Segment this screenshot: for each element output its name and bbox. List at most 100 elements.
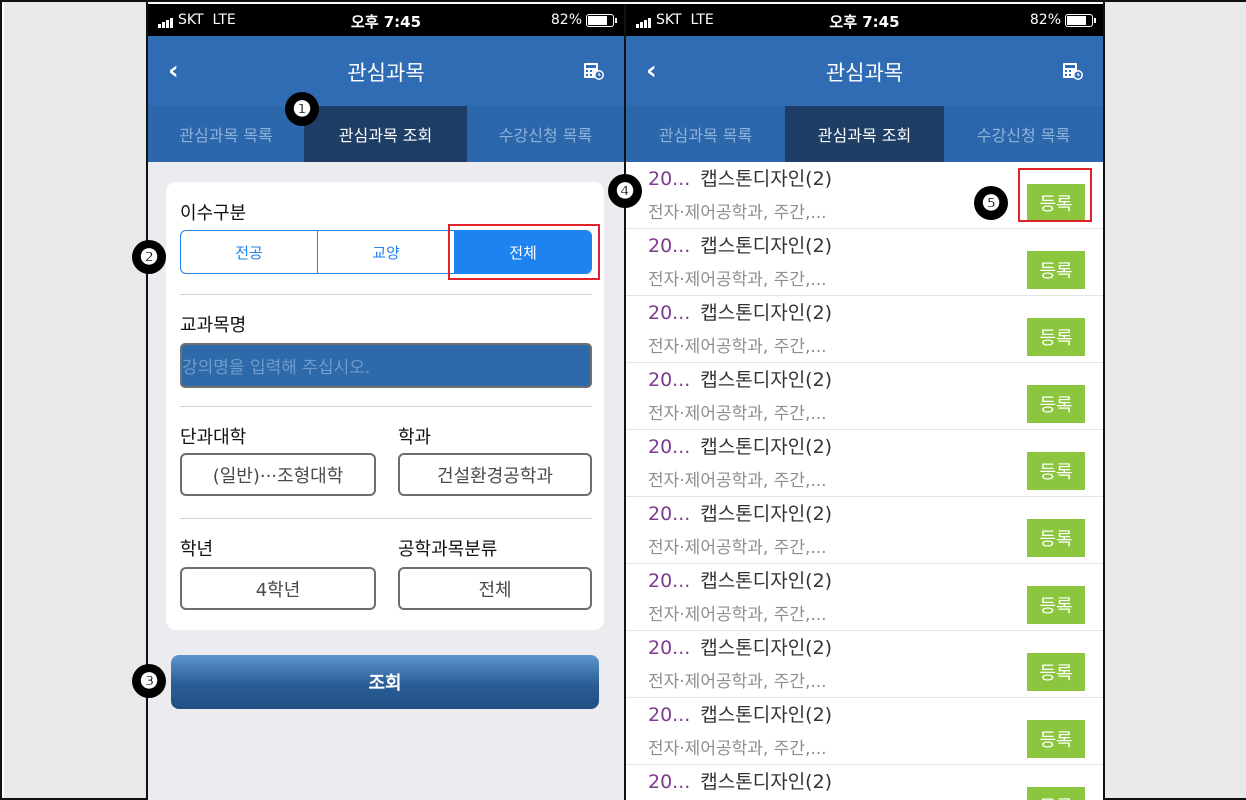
battery-percent: 82% — [1029, 12, 1061, 28]
register-button[interactable]: 등록 — [1027, 251, 1085, 289]
step-marker-3: ❸ — [132, 664, 166, 698]
course-year: 20... — [648, 704, 691, 726]
battery-icon — [1065, 13, 1096, 27]
step-marker-2: ❷ — [132, 240, 166, 274]
grade-label: 학년 — [180, 539, 214, 560]
divider — [180, 518, 592, 519]
course-title-line: 20... 캡스톤디자인(2) — [648, 365, 832, 392]
course-detail: 전자·제어공학과, 주간,... — [648, 739, 827, 759]
battery-icon — [586, 13, 617, 27]
course-name: 캡스톤디자인(2) — [700, 503, 833, 525]
result-row[interactable]: 20... 캡스톤디자인(2) 등록 — [626, 765, 1103, 800]
tab-registration-list[interactable]: 수강신청 목록 — [467, 106, 624, 162]
course-title-line: 20... 캡스톤디자인(2) — [648, 432, 832, 459]
course-title-line: 20... 캡스톤디자인(2) — [648, 499, 832, 526]
register-button[interactable]: 등록 — [1027, 653, 1085, 691]
segment-liberal-arts[interactable]: 교양 — [318, 231, 455, 273]
course-name: 캡스톤디자인(2) — [700, 771, 833, 793]
search-button[interactable]: 조회 — [171, 655, 599, 709]
course-title-line: 20... 캡스톤디자인(2) — [648, 164, 832, 191]
course-name: 캡스톤디자인(2) — [700, 235, 833, 257]
register-button[interactable]: 등록 — [1027, 318, 1085, 356]
eng-category-label: 공학과목분류 — [398, 539, 498, 560]
department-select[interactable]: 건설환경공학과 — [398, 453, 592, 496]
result-row[interactable]: 20... 캡스톤디자인(2) 전자·제어공학과, 주간,... 등록 — [626, 564, 1103, 631]
highlight-box-all — [448, 224, 600, 280]
course-title-line: 20... 캡스톤디자인(2) — [648, 231, 832, 258]
register-button[interactable]: 등록 — [1027, 452, 1085, 490]
register-button[interactable]: 등록 — [1027, 385, 1085, 423]
course-detail: 전자·제어공학과, 주간,... — [648, 404, 827, 424]
register-button[interactable]: 등록 — [1027, 519, 1085, 557]
step-marker-1: ❶ — [285, 92, 319, 126]
left-margin — [4, 2, 148, 798]
course-title-line: 20... 캡스톤디자인(2) — [648, 633, 832, 660]
college-label: 단과대학 — [180, 427, 247, 448]
register-button[interactable]: 등록 — [1027, 720, 1085, 758]
course-name: 캡스톤디자인(2) — [700, 436, 833, 458]
course-year: 20... — [648, 369, 691, 391]
course-name-label: 교과목명 — [180, 315, 247, 336]
tab-interest-search[interactable]: 관심과목 조회 — [785, 106, 944, 162]
step-marker-4: ❹ — [608, 174, 642, 208]
grade-select[interactable]: 4학년 — [180, 567, 376, 610]
course-year: 20... — [648, 637, 691, 659]
calculator-icon[interactable] — [584, 62, 604, 80]
course-title-line: 20... 캡스톤디자인(2) — [648, 566, 832, 593]
course-name: 캡스톤디자인(2) — [700, 704, 833, 726]
results-list: 20... 캡스톤디자인(2) 전자·제어공학과, 주간,... 등록 20... 캡스톤… — [626, 162, 1103, 800]
divider — [180, 406, 592, 407]
course-year: 20... — [648, 771, 691, 793]
tab-bar: 관심과목 목록 관심과목 조회 수강신청 목록 — [148, 106, 624, 162]
tab-bar: 관심과목 목록 관심과목 조회 수강신청 목록 — [626, 106, 1103, 162]
result-row[interactable]: 20... 캡스톤디자인(2) 전자·제어공학과, 주간,... 등록 — [626, 631, 1103, 698]
result-row[interactable]: 20... 캡스톤디자인(2) 전자·제어공학과, 주간,... 등록 — [626, 296, 1103, 363]
register-button[interactable]: 등록 — [1027, 586, 1085, 624]
right-margin — [1103, 2, 1246, 798]
course-name: 캡스톤디자인(2) — [700, 570, 833, 592]
result-row[interactable]: 20... 캡스톤디자인(2) 전자·제어공학과, 주간,... 등록 — [626, 430, 1103, 497]
course-name: 캡스톤디자인(2) — [700, 369, 833, 391]
course-year: 20... — [648, 570, 691, 592]
course-detail: 전자·제어공학과, 주간,... — [648, 203, 827, 223]
navigation-bar: ‹ 관심과목 — [626, 36, 1103, 106]
course-year: 20... — [648, 302, 691, 324]
status-bar: SKT LTE 오후 7:45 82% — [148, 4, 624, 36]
course-detail: 전자·제어공학과, 주간,... — [648, 538, 827, 558]
tab-interest-search[interactable]: 관심과목 조회 — [304, 106, 467, 162]
course-name: 캡스톤디자인(2) — [700, 637, 833, 659]
status-bar: SKT LTE 오후 7:45 82% — [626, 4, 1103, 36]
course-detail: 전자·제어공학과, 주간,... — [648, 270, 827, 290]
course-detail: 전자·제어공학과, 주간,... — [648, 605, 827, 625]
tab-interest-list[interactable]: 관심과목 목록 — [626, 106, 785, 162]
result-row[interactable]: 20... 캡스톤디자인(2) 전자·제어공학과, 주간,... 등록 — [626, 363, 1103, 430]
completion-type-label: 이수구분 — [180, 203, 247, 224]
course-name-input[interactable]: 강의명을 입력해 주십시오. — [180, 343, 592, 388]
course-title-line: 20... 캡스톤디자인(2) — [648, 767, 832, 794]
result-row[interactable]: 20... 캡스톤디자인(2) 전자·제어공학과, 주간,... 등록 — [626, 229, 1103, 296]
tab-registration-list[interactable]: 수강신청 목록 — [944, 106, 1103, 162]
tab-interest-list[interactable]: 관심과목 목록 — [148, 106, 304, 162]
result-row[interactable]: 20... 캡스톤디자인(2) 전자·제어공학과, 주간,... 등록 — [626, 698, 1103, 765]
course-name: 캡스톤디자인(2) — [700, 168, 833, 190]
register-button[interactable]: 등록 — [1027, 787, 1085, 800]
navigation-bar: ‹ 관심과목 — [148, 36, 624, 106]
course-year: 20... — [648, 436, 691, 458]
course-title-line: 20... 캡스톤디자인(2) — [648, 298, 832, 325]
college-select[interactable]: (일반)···조형대학 — [180, 453, 376, 496]
page-title: 관심과목 — [347, 61, 425, 85]
page-title: 관심과목 — [825, 61, 904, 85]
divider — [180, 294, 592, 295]
course-year: 20... — [648, 168, 691, 190]
step-marker-5: ❺ — [974, 186, 1008, 220]
course-detail: 전자·제어공학과, 주간,... — [648, 337, 827, 357]
eng-category-select[interactable]: 전체 — [398, 567, 592, 610]
course-name-placeholder: 강의명을 입력해 주십시오. — [182, 358, 371, 378]
department-label: 학과 — [398, 427, 432, 448]
segment-major[interactable]: 전공 — [181, 231, 318, 273]
tutorial-frame: SKT LTE 오후 7:45 82% ‹ 관심과목 관심과목 목록 관심과목 … — [0, 0, 1246, 800]
result-row[interactable]: 20... 캡스톤디자인(2) 전자·제어공학과, 주간,... 등록 — [626, 497, 1103, 564]
highlight-box-register — [1018, 168, 1092, 222]
battery-percent: 82% — [550, 12, 582, 28]
calculator-icon[interactable] — [1063, 62, 1083, 80]
